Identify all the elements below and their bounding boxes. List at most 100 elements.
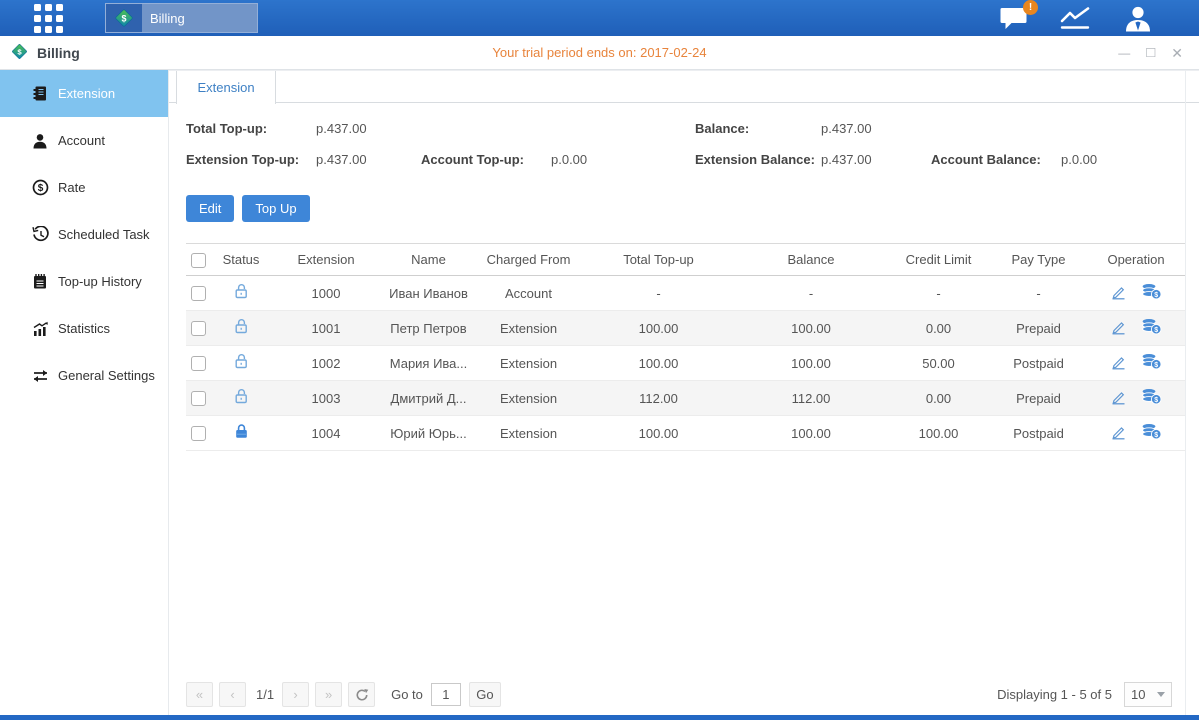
svg-text:$: $ [1154, 397, 1158, 404]
sidebar-item-statistics[interactable]: Statistics [0, 305, 168, 352]
first-page-button[interactable]: « [186, 682, 213, 707]
svg-text:$: $ [1154, 432, 1158, 439]
edit-extension-icon[interactable] [1110, 389, 1127, 408]
sidebar-item-label: Scheduled Task [58, 227, 150, 242]
topup-extension-icon[interactable]: $ [1141, 283, 1162, 303]
bar-chart-icon [30, 321, 50, 337]
billing-app-icon: $ [106, 4, 142, 32]
topup-extension-icon[interactable]: $ [1141, 388, 1162, 408]
prev-page-button[interactable]: ‹ [219, 682, 246, 707]
sidebar: Extension Account $ Rate Scheduled Task [0, 70, 168, 715]
goto-label: Go to [391, 687, 423, 702]
page-size-value: 10 [1131, 687, 1145, 702]
tab-bar: Extension [169, 70, 1199, 103]
go-button[interactable]: Go [469, 682, 501, 707]
balance-summary: Total Top-up: p.437.00 Balance: p.437.00… [169, 103, 1199, 185]
col-name: Name [381, 244, 476, 276]
app-menu-icon[interactable] [34, 4, 63, 33]
page-size-select[interactable]: 10 [1124, 682, 1172, 707]
person-icon [30, 133, 50, 149]
topup-extension-icon[interactable]: $ [1141, 423, 1162, 443]
refresh-button[interactable] [348, 682, 375, 707]
table-row: 1003 Дмитрий Д... Extension 112.00 112.0… [186, 381, 1186, 416]
svg-text:$: $ [122, 13, 127, 23]
col-total-topup: Total Top-up [581, 244, 736, 276]
balance-value: p.437.00 [821, 121, 872, 136]
edit-extension-icon[interactable] [1110, 354, 1127, 373]
taskbar-billing-tab[interactable]: $ Billing [105, 3, 258, 33]
row-checkbox[interactable] [191, 426, 206, 441]
svg-text:$: $ [1154, 292, 1158, 299]
sidebar-item-extension[interactable]: Extension [0, 70, 168, 117]
pagination-bar: « ‹ 1/1 › » Go to Go Displaying 1 - 5 of… [186, 682, 1172, 707]
table-row: 1001 Петр Петров Extension 100.00 100.00… [186, 311, 1186, 346]
topup-button[interactable]: Top Up [242, 195, 309, 222]
ledger-icon [30, 85, 50, 102]
col-balance: Balance [736, 244, 886, 276]
account-balance-value: p.0.00 [1061, 152, 1097, 167]
svg-text:$: $ [17, 47, 22, 56]
clock-icon [30, 226, 50, 243]
goto-page-input[interactable] [431, 683, 461, 706]
tab-extension[interactable]: Extension [176, 71, 276, 104]
col-extension: Extension [271, 244, 381, 276]
sidebar-item-label: Account [58, 133, 105, 148]
edit-button[interactable]: Edit [186, 195, 234, 222]
row-checkbox[interactable] [191, 356, 206, 371]
taskbar-tab-label: Billing [150, 11, 185, 26]
unlocked-icon [233, 393, 250, 408]
resource-monitor-icon[interactable] [1059, 5, 1093, 31]
messages-icon[interactable]: ! [999, 6, 1029, 31]
edit-extension-icon[interactable] [1110, 424, 1127, 443]
account-topup-label: Account Top-up: [421, 152, 524, 167]
sidebar-item-account[interactable]: Account [0, 117, 168, 164]
col-credit-limit: Credit Limit [886, 244, 991, 276]
edit-extension-icon[interactable] [1110, 319, 1127, 338]
topup-extension-icon[interactable]: $ [1141, 318, 1162, 338]
extension-topup-label: Extension Top-up: [186, 152, 299, 167]
table-header-row: Status Extension Name Charged From Total… [186, 244, 1186, 276]
row-checkbox[interactable] [191, 391, 206, 406]
next-page-button[interactable]: › [282, 682, 309, 707]
billing-app-window: $ Billing ! $ Billing Your trial period … [0, 0, 1199, 720]
window-titlebar: $ Billing Your trial period ends on: 201… [0, 36, 1199, 70]
select-all-checkbox[interactable] [191, 253, 206, 268]
extensions-table: Status Extension Name Charged From Total… [186, 243, 1186, 451]
user-account-icon[interactable] [1123, 5, 1153, 32]
balance-label: Balance: [695, 121, 749, 136]
displaying-count: Displaying 1 - 5 of 5 [997, 687, 1112, 702]
row-checkbox[interactable] [191, 286, 206, 301]
window-bottom-frame [0, 715, 1199, 720]
maximize-button[interactable]: □ [1146, 45, 1155, 60]
sidebar-item-scheduled-task[interactable]: Scheduled Task [0, 211, 168, 258]
unlocked-icon [233, 288, 250, 303]
minimize-button[interactable]: — [1118, 47, 1130, 59]
taskbar-right: ! [999, 5, 1199, 32]
extension-topup-value: p.437.00 [316, 152, 367, 167]
table-row: 1002 Мария Ива... Extension 100.00 100.0… [186, 346, 1186, 381]
sidebar-item-topup-history[interactable]: Top-up History [0, 258, 168, 305]
extension-balance-label: Extension Balance: [695, 152, 815, 167]
row-checkbox[interactable] [191, 321, 206, 336]
sidebar-item-rate[interactable]: $ Rate [0, 164, 168, 211]
locked-icon [233, 428, 250, 443]
trial-notice: Your trial period ends on: 2017-02-24 [492, 45, 706, 60]
edit-extension-icon[interactable] [1110, 284, 1127, 303]
table-row: 1004 Юрий Юрь... Extension 100.00 100.00… [186, 416, 1186, 451]
col-operation: Operation [1086, 244, 1186, 276]
notebook-icon [30, 273, 50, 290]
sidebar-item-general-settings[interactable]: General Settings [0, 352, 168, 399]
total-topup-label: Total Top-up: [186, 121, 267, 136]
sidebar-item-label: Extension [58, 86, 115, 101]
dollar-circle-icon: $ [30, 179, 50, 196]
close-button[interactable]: ✕ [1171, 46, 1183, 60]
notification-badge: ! [1023, 0, 1038, 15]
account-topup-value: p.0.00 [551, 152, 587, 167]
window-title: Billing [37, 45, 80, 61]
topup-extension-icon[interactable]: $ [1141, 353, 1162, 373]
svg-text:$: $ [1154, 362, 1158, 369]
col-pay-type: Pay Type [991, 244, 1086, 276]
sidebar-item-label: General Settings [58, 368, 155, 383]
sidebar-item-label: Top-up History [58, 274, 142, 289]
last-page-button[interactable]: » [315, 682, 342, 707]
